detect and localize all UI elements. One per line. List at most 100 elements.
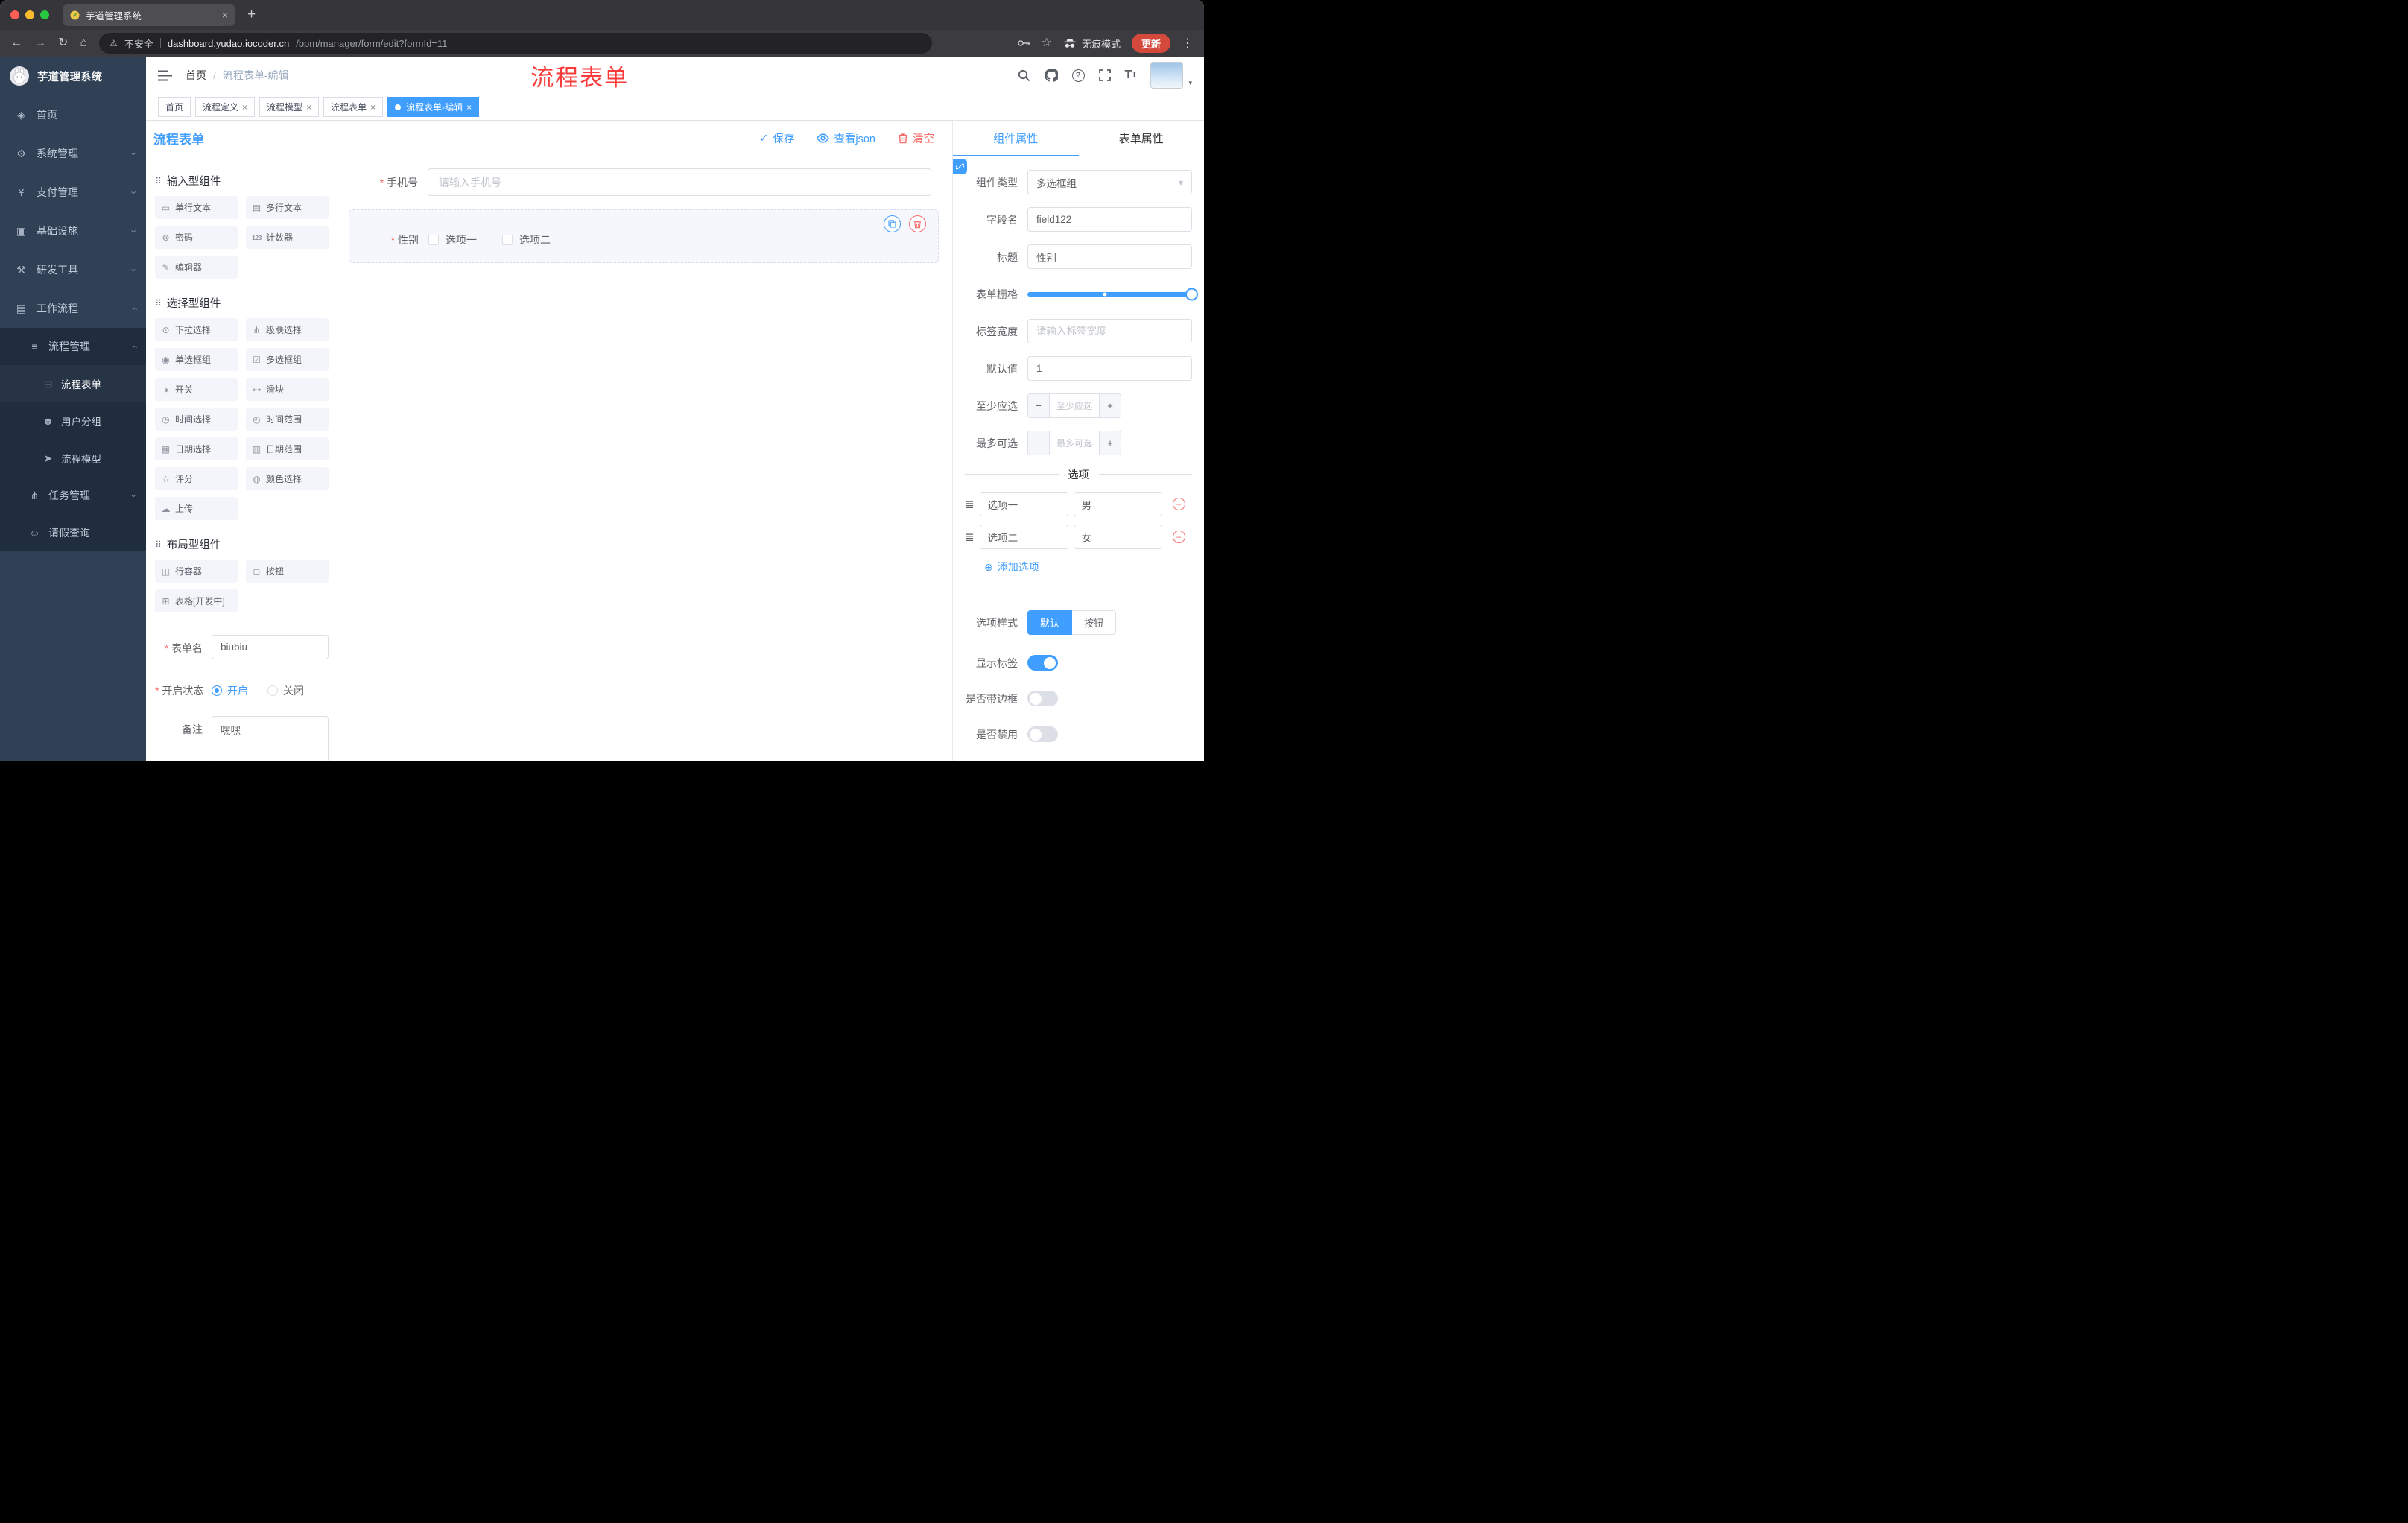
style-default-button[interactable]: 默认 [1027,610,1073,635]
component-item-checkbox-group[interactable]: ☑ 多选框组 [246,348,329,371]
sidebar-item-leave-query[interactable]: ☺ 请假查询 [0,514,146,551]
browser-update-button[interactable]: 更新 [1131,34,1170,53]
sidebar-item-process-form[interactable]: ⊟ 流程表单 [0,365,146,402]
component-item-switch[interactable]: ◑ 开关 [155,378,238,401]
component-item-editor[interactable]: ✎ 编辑器 [155,256,238,279]
minimize-window-button[interactable] [25,10,34,19]
breadcrumb-home[interactable]: 首页 [186,68,206,83]
tag-process-form-edit[interactable]: 流程表单-编辑 × [387,97,480,117]
status-off-radio[interactable]: 关闭 [267,683,304,698]
search-icon[interactable] [1018,69,1030,82]
tab-component-props[interactable]: 组件属性 [953,121,1079,156]
key-icon[interactable] [1017,39,1030,47]
zoom-window-button[interactable] [40,10,49,19]
increase-button[interactable]: + [1099,394,1121,417]
sidebar-item-process-model[interactable]: ➤ 流程模型 [0,440,146,477]
close-icon[interactable]: × [306,102,311,113]
component-item-password[interactable]: ⊗ 密码 [155,226,238,249]
increase-button[interactable]: + [1099,431,1121,455]
drag-handle-icon[interactable]: ≣ [965,531,975,544]
component-item-color-picker[interactable]: ◍ 颜色选择 [246,467,329,490]
form-remark-textarea[interactable]: 嘿嘿 [212,716,329,762]
close-window-button[interactable] [10,10,19,19]
form-canvas[interactable]: 手机号 [338,156,952,762]
option-label-input[interactable] [979,525,1068,549]
gender-option-1-checkbox[interactable]: 选项一 [428,232,477,247]
delete-field-button[interactable] [909,215,926,232]
close-icon[interactable]: × [370,102,376,113]
new-tab-button[interactable]: + [247,7,256,23]
clear-button[interactable]: 清空 [898,130,934,146]
component-item-date-picker[interactable]: ▦ 日期选择 [155,437,238,460]
label-width-input[interactable] [1027,319,1192,343]
fullscreen-icon[interactable] [1098,69,1111,81]
reload-icon[interactable]: ↻ [58,37,68,49]
tab-form-props[interactable]: 表单属性 [1079,121,1205,156]
remove-option-button[interactable]: − [1172,498,1185,510]
component-item-counter[interactable]: 123 计数器 [246,226,329,249]
default-value-input[interactable] [1027,356,1192,381]
hamburger-icon[interactable] [158,70,172,81]
phone-field-input[interactable] [428,168,931,196]
component-item-row-container[interactable]: ◫ 行容器 [155,560,238,583]
close-icon[interactable]: × [242,102,247,113]
field-name-input[interactable] [1027,207,1192,232]
tag-process-definition[interactable]: 流程定义 × [195,97,256,117]
bookmark-star-icon[interactable]: ☆ [1042,37,1052,49]
selected-gender-field[interactable]: 性别 选项一 选项二 [349,209,939,263]
help-icon[interactable]: ? [1071,69,1085,82]
component-item-date-range[interactable]: ▥ 日期范围 [246,437,329,460]
add-option-button[interactable]: ⊕ 添加选项 [984,560,1192,574]
component-item-button[interactable]: ◻ 按钮 [246,560,329,583]
browser-menu-icon[interactable]: ⋮ [1182,36,1194,51]
component-item-radio-group[interactable]: ◉ 单选框组 [155,348,238,371]
home-icon[interactable]: ⌂ [80,37,87,49]
sidebar-item-infrastructure[interactable]: ▣ 基础设施 › [0,212,146,250]
disabled-toggle[interactable] [1027,726,1058,742]
form-grid-slider[interactable] [1027,282,1198,306]
avatar-caret-icon[interactable]: ▾ [1188,79,1192,87]
sidebar-item-payment[interactable]: ¥ 支付管理 › [0,173,146,212]
max-select-value[interactable]: 最多可选 [1050,431,1099,455]
tag-home[interactable]: 首页 [158,97,191,117]
component-item-select[interactable]: ⊙ 下拉选择 [155,318,238,341]
close-icon[interactable]: × [466,102,472,113]
option-label-input[interactable] [979,492,1068,516]
component-item-time-picker[interactable]: ◷ 时间选择 [155,408,238,431]
option-value-input[interactable] [1073,525,1162,549]
component-type-select[interactable]: 多选框组 ▾ [1027,170,1192,194]
tab-close-icon[interactable]: × [222,9,228,21]
drag-handle-icon[interactable]: ≣ [965,498,975,511]
slider-handle[interactable] [1185,288,1198,300]
decrease-button[interactable]: − [1028,394,1050,417]
form-name-input[interactable] [212,635,329,659]
sidebar-item-home[interactable]: ◈ 首页 [0,95,146,134]
component-item-upload[interactable]: ☁ 上传 [155,497,238,520]
sidebar-item-workflow[interactable]: ▤ 工作流程 › [0,289,146,328]
tag-process-form[interactable]: 流程表单 × [323,97,384,117]
component-item-multi-line-text[interactable]: ▤ 多行文本 [246,196,329,219]
component-item-single-line-text[interactable]: ▭ 单行文本 [155,196,238,219]
link-icon[interactable] [953,159,967,174]
border-toggle[interactable] [1027,691,1058,706]
view-json-button[interactable]: 查看json [817,130,875,146]
phone-field-row[interactable]: 手机号 [349,168,940,196]
option-value-input[interactable] [1073,492,1162,516]
component-item-slider[interactable]: ⊶ 滑块 [246,378,329,401]
component-item-time-range[interactable]: ◴ 时间范围 [246,408,329,431]
github-icon[interactable] [1044,69,1058,82]
remove-option-button[interactable]: − [1172,531,1185,543]
back-icon[interactable]: ← [10,37,22,49]
user-avatar[interactable] [1150,62,1184,89]
decrease-button[interactable]: − [1028,431,1050,455]
sidebar-item-process-management[interactable]: ≡ 流程管理 › [0,328,146,365]
font-size-icon[interactable]: TT [1125,69,1137,81]
min-select-value[interactable]: 至少应选 [1050,394,1099,417]
sidebar-item-devtools[interactable]: ⚒ 研发工具 › [0,250,146,289]
component-item-rate[interactable]: ☆ 评分 [155,467,238,490]
sidebar-item-system[interactable]: ⚙ 系统管理 › [0,134,146,173]
gender-option-2-checkbox[interactable]: 选项二 [502,232,551,247]
copy-field-button[interactable] [884,215,901,232]
title-input[interactable] [1027,244,1192,269]
forward-icon[interactable]: → [34,37,46,49]
